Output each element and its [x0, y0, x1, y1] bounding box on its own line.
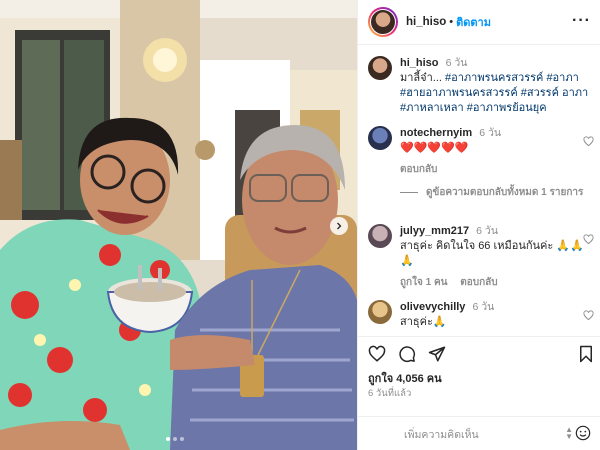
hashtag[interactable]: #อาภาพรนครสวรรค์	[445, 72, 543, 84]
share-icon[interactable]	[428, 345, 446, 363]
emoji-icon[interactable]	[575, 425, 591, 441]
comment-text: สาธุค่ะ คิดในใจ 66 เหมือนกันค่ะ 🙏🙏🙏	[400, 240, 584, 267]
action-icons	[368, 345, 594, 365]
hashtag[interactable]: อาภา	[562, 87, 588, 99]
carousel-next-button[interactable]	[330, 217, 348, 235]
comment-likes[interactable]: ถูกใจ 1 คน	[400, 277, 448, 288]
hashtag[interactable]: #ฮายอาภาพรนครสวรรค์	[400, 87, 518, 99]
post-image	[0, 0, 357, 450]
follow-button[interactable]: ติดตาม	[456, 13, 491, 31]
carousel-dots	[166, 437, 184, 441]
reply-button[interactable]: ตอบกลับ	[400, 164, 437, 175]
comment-item: julyy_mm217 6 วัน สาธุค่ะ คิดในใจ 66 เหม…	[368, 224, 594, 290]
heart-icon[interactable]	[368, 345, 386, 363]
comment-item: notechernyim 6 วัน ❤️❤️❤️❤️❤️ ตอบกลับ	[368, 126, 594, 177]
post-timestamp: 6 วันที่แล้ว	[368, 388, 412, 399]
carousel-dot	[173, 437, 177, 441]
likes-count[interactable]: ถูกใจ 4,056 คน	[368, 369, 442, 387]
comment-username[interactable]: julyy_mm217	[400, 225, 469, 237]
reply-button[interactable]: ตอบกลับ	[460, 277, 497, 288]
replies-line	[400, 191, 418, 193]
caption-text: มาลี้จ๋า...	[400, 72, 442, 84]
hashtag[interactable]: #ภาหลาเหลา	[400, 102, 464, 114]
carousel-dot	[180, 437, 184, 441]
comment-text: สาธุค่ะ🙏	[400, 316, 447, 328]
comment-input[interactable]: เพิ่มความคิดเห็น	[404, 426, 479, 443]
post-side-panel: hi_hiso • ติดตาม ··· hi_hiso 6 วัน มาลี้…	[357, 0, 600, 450]
author-username[interactable]: hi_hiso	[406, 16, 446, 28]
author-avatar[interactable]	[368, 7, 398, 37]
comment-time: 6 วัน	[479, 127, 502, 139]
comment-username[interactable]: notechernyim	[400, 127, 472, 139]
more-options-icon[interactable]: ···	[572, 13, 591, 29]
view-replies-button[interactable]: ดูข้อความตอบกลับทั้งหมด 1 รายการ	[400, 186, 590, 200]
comment-time: 6 วัน	[472, 301, 495, 313]
comment-icon[interactable]	[398, 345, 416, 363]
hashtag[interactable]: #อาภาพรย้อนยุค	[467, 102, 547, 114]
caption-avatar[interactable]	[368, 56, 392, 80]
carousel-dot	[166, 437, 170, 441]
heart-icon[interactable]	[583, 234, 594, 245]
scroll-indicator: ▲ ▼	[565, 425, 573, 441]
post-photo[interactable]	[0, 0, 357, 450]
bookmark-icon[interactable]	[578, 345, 594, 363]
hashtag[interactable]: #สวรรค์	[521, 87, 559, 99]
comment-avatar[interactable]	[368, 300, 392, 324]
caption-time: 6 วัน	[445, 57, 468, 69]
post-header: hi_hiso • ติดตาม ···	[358, 0, 600, 45]
post-actions: ถูกใจ 4,056 คน 6 วันที่แล้ว	[358, 336, 600, 416]
heart-icon[interactable]	[583, 136, 594, 147]
hashtag[interactable]: #อาภา	[546, 72, 578, 84]
chevron-right-icon	[337, 222, 342, 230]
separator-dot: •	[449, 16, 454, 28]
heart-icon[interactable]	[583, 310, 594, 321]
view-replies-label: ดูข้อความตอบกลับทั้งหมด 1 รายการ	[426, 187, 584, 198]
comment-avatar[interactable]	[368, 224, 392, 248]
caption-username[interactable]: hi_hiso	[400, 57, 439, 69]
comment-item: olivevychilly 6 วัน สาธุค่ะ🙏	[368, 300, 594, 330]
comment-username[interactable]: olivevychilly	[400, 301, 465, 313]
add-comment-bar: เพิ่มความคิดเห็น ▲ ▼	[358, 416, 600, 450]
comment-text: ❤️❤️❤️❤️❤️	[400, 142, 469, 154]
comment-avatar[interactable]	[368, 126, 392, 150]
comments-list[interactable]: hi_hiso 6 วัน มาลี้จ๋า... #อาภาพรนครสวรร…	[358, 46, 600, 336]
caption: hi_hiso 6 วัน มาลี้จ๋า... #อาภาพรนครสวรร…	[368, 56, 594, 116]
comment-time: 6 วัน	[476, 225, 499, 237]
